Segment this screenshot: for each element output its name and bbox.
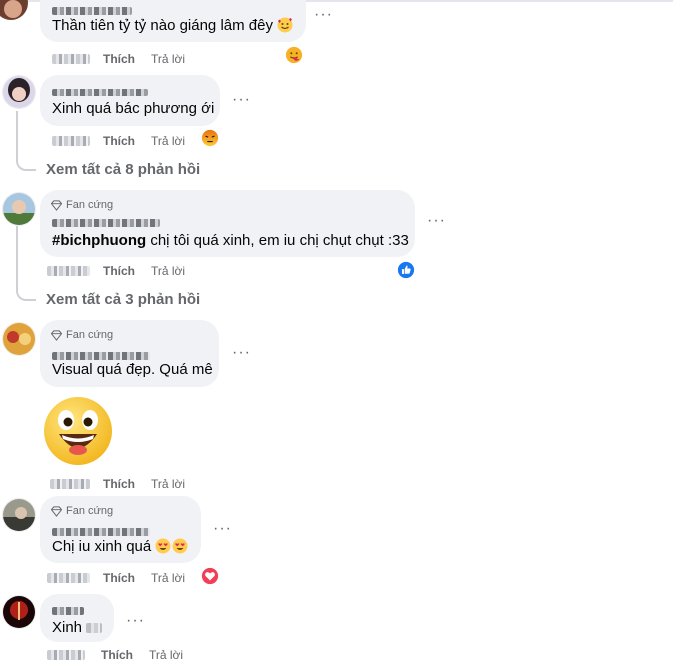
heart-eyes-icon — [172, 538, 188, 554]
blurred-text — [86, 623, 103, 634]
avatar[interactable] — [2, 192, 36, 226]
more-options-icon[interactable]: ··· — [427, 213, 446, 229]
grinning-face-sticker[interactable] — [42, 396, 114, 466]
more-options-icon[interactable]: ··· — [232, 345, 251, 361]
view-all-replies-link[interactable]: Xem tất cả 3 phản hồi — [46, 291, 200, 308]
smiling-face-with-hearts-icon — [277, 17, 293, 33]
badge-label: Fan cứng — [66, 505, 114, 517]
comment-bubble: Fan cứng Chị iu xinh quá — [40, 496, 201, 563]
comment-bubble: Xinh quá bác phương ới — [40, 75, 220, 126]
comment-bubble: Fan cứng #bichphuong chị tôi quá xinh, e… — [40, 190, 415, 257]
thread-connector — [16, 226, 36, 301]
like-button[interactable]: Thích — [103, 571, 135, 585]
avatar-image — [3, 193, 35, 225]
comment-actions: Thích Trả lời — [47, 263, 185, 279]
avatar[interactable] — [2, 322, 36, 356]
comment-text: #bichphuong chị tôi quá xinh, em iu chị … — [52, 232, 409, 249]
avatar[interactable] — [2, 498, 36, 532]
reply-button[interactable]: Trả lời — [151, 134, 185, 148]
fan-badge[interactable]: Fan cứng — [51, 328, 113, 342]
timestamp[interactable] — [52, 136, 90, 146]
badge-label: Fan cứng — [66, 329, 114, 341]
commenter-name[interactable] — [52, 214, 160, 232]
more-options-icon[interactable]: ··· — [213, 521, 232, 537]
comment-text: Visual quá đẹp. Quá mê — [52, 361, 213, 378]
heart-eyes-icon — [155, 538, 171, 554]
timestamp[interactable] — [47, 266, 90, 276]
reply-button[interactable]: Trả lời — [151, 571, 185, 585]
hug-reaction-icon[interactable] — [285, 46, 303, 64]
like-button[interactable]: Thích — [103, 264, 135, 278]
timestamp[interactable] — [52, 54, 90, 64]
comment-actions: Thích Trả lời — [52, 51, 185, 67]
timestamp[interactable] — [50, 479, 90, 489]
reply-button[interactable]: Trả lời — [151, 264, 185, 278]
diamond-icon — [51, 505, 62, 517]
like-button[interactable]: Thích — [103, 134, 135, 148]
avatar-image — [3, 76, 35, 108]
comment-text: Xinh quá bác phương ới — [52, 100, 215, 117]
diamond-icon — [51, 329, 62, 341]
reply-button[interactable]: Trả lời — [149, 648, 183, 662]
timestamp[interactable] — [47, 573, 90, 583]
like-button[interactable]: Thích — [103, 52, 135, 66]
reply-button[interactable]: Trả lời — [151, 477, 185, 491]
comment-actions: Thích Trả lời — [47, 570, 185, 586]
timestamp[interactable] — [47, 650, 85, 660]
avatar-image — [3, 499, 35, 531]
more-options-icon[interactable]: ··· — [314, 7, 333, 23]
comment-bubble: Fan cứng Visual quá đẹp. Quá mê — [40, 320, 219, 387]
view-all-replies-link[interactable]: Xem tất cả 8 phản hồi — [46, 161, 200, 178]
like-button[interactable]: Thích — [103, 477, 135, 491]
angry-reaction-icon[interactable] — [201, 129, 219, 147]
avatar-image — [3, 323, 35, 355]
comment-text: Xinh — [52, 618, 103, 638]
love-reaction-icon[interactable] — [201, 567, 219, 585]
comment-actions: Thích Trả lời — [52, 133, 185, 149]
more-options-icon[interactable]: ··· — [126, 613, 145, 629]
avatar-image — [3, 596, 35, 628]
badge-label: Fan cứng — [66, 199, 114, 211]
avatar-image — [0, 0, 27, 19]
diamond-icon — [51, 199, 62, 211]
avatar[interactable] — [0, 0, 28, 20]
fan-badge[interactable]: Fan cứng — [51, 198, 113, 212]
comment-text: Chị iu xinh quá — [52, 537, 188, 557]
comment-text: Thần tiên tỷ tỷ nào giáng lâm đêy — [52, 16, 293, 36]
like-reaction-icon[interactable] — [397, 261, 415, 279]
more-options-icon[interactable]: ··· — [232, 92, 251, 108]
avatar[interactable] — [2, 75, 36, 109]
hashtag-link[interactable]: #bichphuong — [52, 232, 146, 249]
like-button[interactable]: Thích — [101, 648, 133, 662]
fan-badge[interactable]: Fan cứng — [51, 504, 113, 518]
reply-button[interactable]: Trả lời — [151, 52, 185, 66]
comment-bubble: Xinh — [40, 594, 114, 642]
avatar[interactable] — [2, 595, 36, 629]
thread-connector — [16, 111, 36, 171]
comment-actions: Thích Trả lời — [50, 476, 185, 492]
comment-bubble: Thần tiên tỷ tỷ nào giáng lâm đêy — [40, 0, 306, 42]
